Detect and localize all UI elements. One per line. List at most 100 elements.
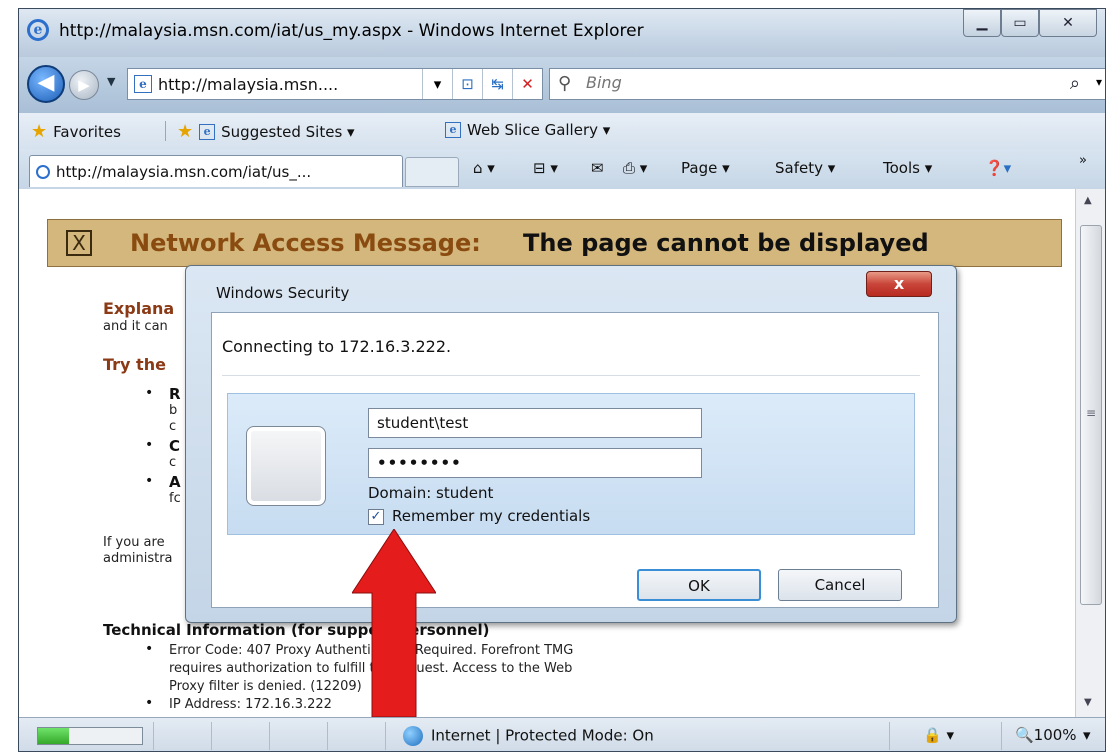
status-separator: [1001, 722, 1002, 750]
status-separator: [211, 722, 212, 750]
window-close-button[interactable]: ✕: [1039, 9, 1097, 37]
window-title: http://malaysia.msn.com/iat/us_my.aspx -…: [59, 21, 644, 41]
dialog-body: Connecting to 172.16.3.222. student\test…: [211, 312, 939, 608]
add-favorites-icon: ★: [177, 121, 194, 142]
list-item: c: [169, 455, 177, 470]
star-icon: ★: [31, 121, 48, 142]
navigation-bar: ◀ ▶ ▼ e http://malaysia.msn.... ▾ ⊡ ↹ ✕ …: [19, 57, 1105, 113]
error-code-text: Proxy filter is denied. (12209): [169, 679, 362, 694]
dialog-title: Windows Security: [216, 284, 350, 302]
forward-button[interactable]: ▶: [69, 70, 99, 100]
ie-window: e http://malaysia.msn.com/iat/us_my.aspx…: [18, 8, 1106, 752]
protected-mode-icon[interactable]: 🔒 ▾: [923, 726, 954, 744]
refresh-icon[interactable]: ↹: [482, 69, 512, 99]
cancel-button[interactable]: Cancel: [778, 569, 902, 601]
web-slice-gallery-link[interactable]: e Web Slice Gallery ▾: [445, 121, 610, 139]
divider: [222, 375, 920, 376]
globe-icon: [403, 726, 423, 746]
favorites-bar: ★ Favorites ★ e Suggested Sites ▾ e Web …: [19, 113, 1105, 149]
add-favorite-button[interactable]: ★ e Suggested Sites ▾: [177, 121, 355, 142]
address-dropdown-button[interactable]: ▾: [422, 69, 452, 99]
zoom-dropdown[interactable]: ▾: [1083, 726, 1091, 744]
bullet: •: [145, 641, 154, 657]
ie-page-icon: e: [445, 122, 461, 138]
list-item: R: [169, 385, 181, 403]
print-button[interactable]: ⎙ ▾: [623, 159, 647, 177]
connecting-message: Connecting to 172.16.3.222.: [222, 337, 452, 356]
admin-text: If you are: [103, 535, 165, 550]
address-text[interactable]: http://malaysia.msn....: [158, 75, 422, 94]
feeds-button[interactable]: ⊟ ▾: [533, 159, 558, 177]
scroll-down-icon[interactable]: ▼: [1084, 697, 1092, 708]
try-heading: Try the: [103, 355, 166, 374]
banner-label: Network Access Message:: [130, 229, 481, 257]
bullet: •: [145, 695, 154, 711]
search-options-dropdown[interactable]: ▾: [1096, 75, 1102, 89]
stop-icon[interactable]: ✕: [512, 69, 542, 99]
back-button[interactable]: ◀: [27, 65, 65, 103]
dialog-close-button[interactable]: x: [866, 271, 932, 297]
status-separator: [327, 722, 328, 750]
list-item: A: [169, 473, 181, 491]
ip-address-text: IP Address: 172.16.3.222: [169, 697, 332, 712]
title-bar: e http://malaysia.msn.com/iat/us_my.aspx…: [19, 9, 1105, 57]
bullet: •: [145, 385, 154, 401]
red-arrow-annotation: [352, 529, 436, 717]
help-button[interactable]: ❓▾: [985, 159, 1011, 177]
zoom-level[interactable]: 🔍100%: [1015, 726, 1077, 744]
remember-credentials-label[interactable]: Remember my credentials: [392, 507, 590, 525]
page-menu[interactable]: Page ▾: [681, 159, 730, 177]
bullet: •: [145, 437, 154, 453]
search-box[interactable]: ⚲ ⌕ ▾: [549, 68, 1105, 100]
search-input[interactable]: [586, 73, 986, 92]
home-button[interactable]: ⌂ ▾: [473, 159, 495, 177]
loading-icon: [36, 164, 50, 179]
tools-menu[interactable]: Tools ▾: [883, 159, 932, 177]
tab-title: http://malaysia.msn.com/iat/us_...: [56, 162, 312, 181]
search-go-icon[interactable]: ⌕: [1070, 73, 1080, 94]
status-separator: [153, 722, 154, 750]
compatibility-view-icon[interactable]: ⊡: [452, 69, 482, 99]
list-item: C: [169, 437, 181, 455]
password-field[interactable]: ••••••••: [368, 448, 702, 478]
error-x-icon: X: [66, 230, 92, 256]
list-item: b: [169, 403, 178, 418]
separator: [165, 121, 166, 141]
address-bar[interactable]: e http://malaysia.msn.... ▾ ⊡ ↹ ✕: [127, 68, 543, 100]
read-mail-button[interactable]: ✉: [591, 159, 604, 177]
list-item: fc: [169, 491, 181, 506]
credential-tile: student\test •••••••• Domain: student ✓ …: [227, 393, 915, 535]
explanation-heading: Explana: [103, 299, 175, 318]
domain-label: Domain: student: [368, 484, 494, 502]
network-access-banner: X Network Access Message: The page canno…: [47, 219, 1062, 267]
recent-pages-dropdown[interactable]: ▼: [107, 75, 115, 88]
toolbar-overflow-button[interactable]: »: [1079, 153, 1087, 168]
vertical-scrollbar[interactable]: ▲ ≡ ▼: [1075, 189, 1105, 717]
list-item: c: [169, 419, 177, 434]
admin-text: administra: [103, 551, 173, 566]
maximize-button[interactable]: ▭: [1001, 9, 1039, 37]
status-bar: Internet | Protected Mode: On 🔒 ▾ 🔍100% …: [19, 717, 1105, 751]
username-field[interactable]: student\test: [368, 408, 702, 438]
search-icon: ⚲: [558, 73, 572, 94]
user-picture: [246, 426, 326, 506]
ok-button[interactable]: OK: [637, 569, 761, 601]
status-separator: [889, 722, 890, 750]
caption-buttons: ▁ ▭ ✕: [963, 9, 1097, 37]
progress-bar: [37, 727, 143, 745]
status-separator: [385, 722, 386, 750]
safety-menu[interactable]: Safety ▾: [775, 159, 835, 177]
tab-active[interactable]: http://malaysia.msn.com/iat/us_...: [29, 155, 403, 187]
bullet: •: [145, 473, 154, 489]
windows-security-dialog: Windows Security x Connecting to 172.16.…: [185, 265, 957, 623]
scroll-up-icon[interactable]: ▲: [1084, 195, 1092, 206]
scroll-thumb[interactable]: ≡: [1080, 225, 1102, 605]
tab-bar: http://malaysia.msn.com/iat/us_... ⌂ ▾ ⊟…: [19, 149, 1105, 189]
favorites-button[interactable]: ★ Favorites: [31, 121, 121, 142]
minimize-button[interactable]: ▁: [963, 9, 1001, 37]
remember-credentials-checkbox[interactable]: ✓: [368, 509, 384, 525]
security-zone[interactable]: Internet | Protected Mode: On: [403, 726, 654, 746]
new-tab-button[interactable]: [405, 157, 459, 187]
ie-logo-icon: e: [27, 19, 49, 41]
banner-message: The page cannot be displayed: [523, 229, 929, 257]
